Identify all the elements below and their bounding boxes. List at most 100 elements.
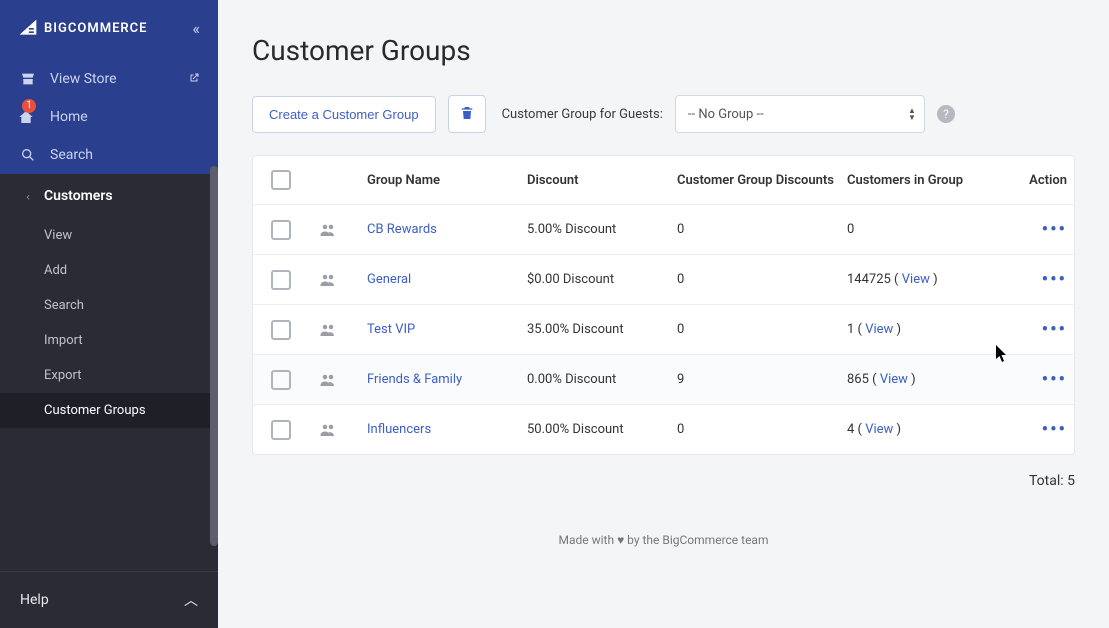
search-icon <box>18 147 38 163</box>
sidebar-nav: ‹ Customers View Add Search Import Expor… <box>0 174 218 628</box>
cell-discount: $0.00 Discount <box>527 272 677 287</box>
th-action: Action <box>1017 173 1077 188</box>
home-badge: 1 <box>22 99 36 113</box>
cell-discount: 35.00% Discount <box>527 322 677 337</box>
cell-cg-discounts: 0 <box>677 222 847 237</box>
chevron-up-icon: ︿ <box>184 590 198 610</box>
sidebar-subitem-search[interactable]: Search <box>0 288 218 323</box>
view-customers-link[interactable]: View <box>902 272 930 287</box>
select-all-checkbox[interactable] <box>271 170 291 190</box>
row-actions-menu[interactable]: ••• <box>1017 419 1077 440</box>
row-checkbox[interactable] <box>271 370 291 390</box>
row-actions-menu[interactable]: ••• <box>1017 269 1077 290</box>
group-name-link[interactable]: CB Rewards <box>367 222 437 237</box>
delete-button[interactable] <box>448 95 486 133</box>
th-group-name: Group Name <box>367 173 527 188</box>
view-customers-link[interactable]: View <box>880 372 908 387</box>
cell-cg-discounts: 9 <box>677 372 847 387</box>
sidebar-section-customers[interactable]: ‹ Customers <box>0 174 218 218</box>
cell-customers: 144725 ( View ) <box>847 272 1017 287</box>
cell-cg-discounts: 0 <box>677 272 847 287</box>
cell-customers: 865 ( View ) <box>847 372 1017 387</box>
cell-customers: 4 ( View ) <box>847 422 1017 437</box>
cell-cg-discounts: 0 <box>677 422 847 437</box>
view-store-label: View Store <box>50 71 117 87</box>
brand-name: BIGCOMMERCE <box>44 21 148 36</box>
group-name-link[interactable]: General <box>367 272 411 287</box>
row-checkbox[interactable] <box>271 320 291 340</box>
view-customers-link[interactable]: View <box>865 322 893 337</box>
sidebar-subitem-customer-groups[interactable]: Customer Groups <box>0 393 218 428</box>
row-checkbox[interactable] <box>271 420 291 440</box>
store-icon <box>18 71 38 87</box>
group-name-link[interactable]: Influencers <box>367 422 431 437</box>
sidebar-help[interactable]: Help ︿ <box>0 571 218 628</box>
home-icon: 1 <box>18 109 38 125</box>
table-row: Friends & Family 0.00% Discount9865 ( Vie… <box>253 355 1074 405</box>
group-name-link[interactable]: Friends & Family <box>367 372 462 387</box>
th-discount: Discount <box>527 173 677 188</box>
table-row: General $0.00 Discount0144725 ( View )••• <box>253 255 1074 305</box>
cell-customers: 0 <box>847 222 1017 237</box>
total-row: Total: 5 <box>252 473 1075 489</box>
toolbar: Create a Customer Group Customer Group f… <box>252 95 1075 133</box>
cell-discount: 0.00% Discount <box>527 372 677 387</box>
row-actions-menu[interactable]: ••• <box>1017 369 1077 390</box>
guest-group-label: Customer Group for Guests: <box>502 107 663 122</box>
cell-discount: 50.00% Discount <box>527 422 677 437</box>
sidebar-subitem-view[interactable]: View <box>0 218 218 253</box>
people-icon <box>319 421 367 439</box>
sidebar-subitem-export[interactable]: Export <box>0 358 218 393</box>
row-checkbox[interactable] <box>271 220 291 240</box>
collapse-sidebar-icon[interactable]: « <box>192 19 200 38</box>
external-link-icon <box>188 72 200 87</box>
sidebar: BIGCOMMERCE « View Store 1 Home Search <box>0 0 218 628</box>
people-icon <box>319 271 367 289</box>
logo-row: BIGCOMMERCE « <box>0 0 218 60</box>
home-label: Home <box>50 109 88 125</box>
help-icon[interactable]: ? <box>937 105 955 123</box>
page-title: Customer Groups <box>252 34 1075 67</box>
row-checkbox[interactable] <box>271 270 291 290</box>
people-icon <box>319 371 367 389</box>
sidebar-item-view-store[interactable]: View Store <box>0 60 218 98</box>
customer-groups-table: Group Name Discount Customer Group Disco… <box>252 155 1075 455</box>
chevron-left-icon: ‹ <box>18 190 38 203</box>
cell-discount: 5.00% Discount <box>527 222 677 237</box>
footer-prefix: Made with <box>559 533 618 547</box>
create-group-button[interactable]: Create a Customer Group <box>252 96 436 133</box>
row-actions-menu[interactable]: ••• <box>1017 319 1077 340</box>
footer: Made with ♥ by the BigCommerce team <box>252 533 1075 547</box>
table-header: Group Name Discount Customer Group Disco… <box>253 156 1074 205</box>
view-customers-link[interactable]: View <box>865 422 893 437</box>
logo-mark-icon <box>18 18 38 38</box>
help-label: Help <box>20 592 49 608</box>
table-row: Test VIP 35.00% Discount01 ( View )••• <box>253 305 1074 355</box>
sidebar-top: BIGCOMMERCE « View Store 1 Home Search <box>0 0 218 174</box>
sidebar-item-home[interactable]: 1 Home <box>0 98 218 136</box>
main-content: Customer Groups Create a Customer Group … <box>218 0 1109 628</box>
brand-logo[interactable]: BIGCOMMERCE <box>18 18 148 38</box>
guest-group-value: -- No Group -- <box>688 107 764 122</box>
footer-suffix: by the BigCommerce team <box>624 533 768 547</box>
search-label: Search <box>50 147 93 163</box>
table-row: CB Rewards5.00% Discount00••• <box>253 205 1074 255</box>
sidebar-subitem-import[interactable]: Import <box>0 323 218 358</box>
guest-group-select[interactable]: -- No Group -- ▲▼ <box>675 95 925 133</box>
trash-icon <box>459 105 475 124</box>
people-icon <box>319 221 367 239</box>
th-cg-discounts: Customer Group Discounts <box>677 173 847 188</box>
people-icon <box>319 321 367 339</box>
sidebar-scrollbar[interactable] <box>210 166 218 546</box>
cell-customers: 1 ( View ) <box>847 322 1017 337</box>
total-value: 5 <box>1067 473 1075 489</box>
total-label: Total <box>1029 473 1060 489</box>
cell-cg-discounts: 0 <box>677 322 847 337</box>
sidebar-subitem-add[interactable]: Add <box>0 253 218 288</box>
sidebar-item-search[interactable]: Search <box>0 136 218 174</box>
row-actions-menu[interactable]: ••• <box>1017 219 1077 240</box>
group-name-link[interactable]: Test VIP <box>367 322 415 337</box>
table-row: Influencers 50.00% Discount04 ( View )••• <box>253 405 1074 454</box>
select-stepper-icon: ▲▼ <box>908 107 916 121</box>
section-label: Customers <box>44 188 113 204</box>
